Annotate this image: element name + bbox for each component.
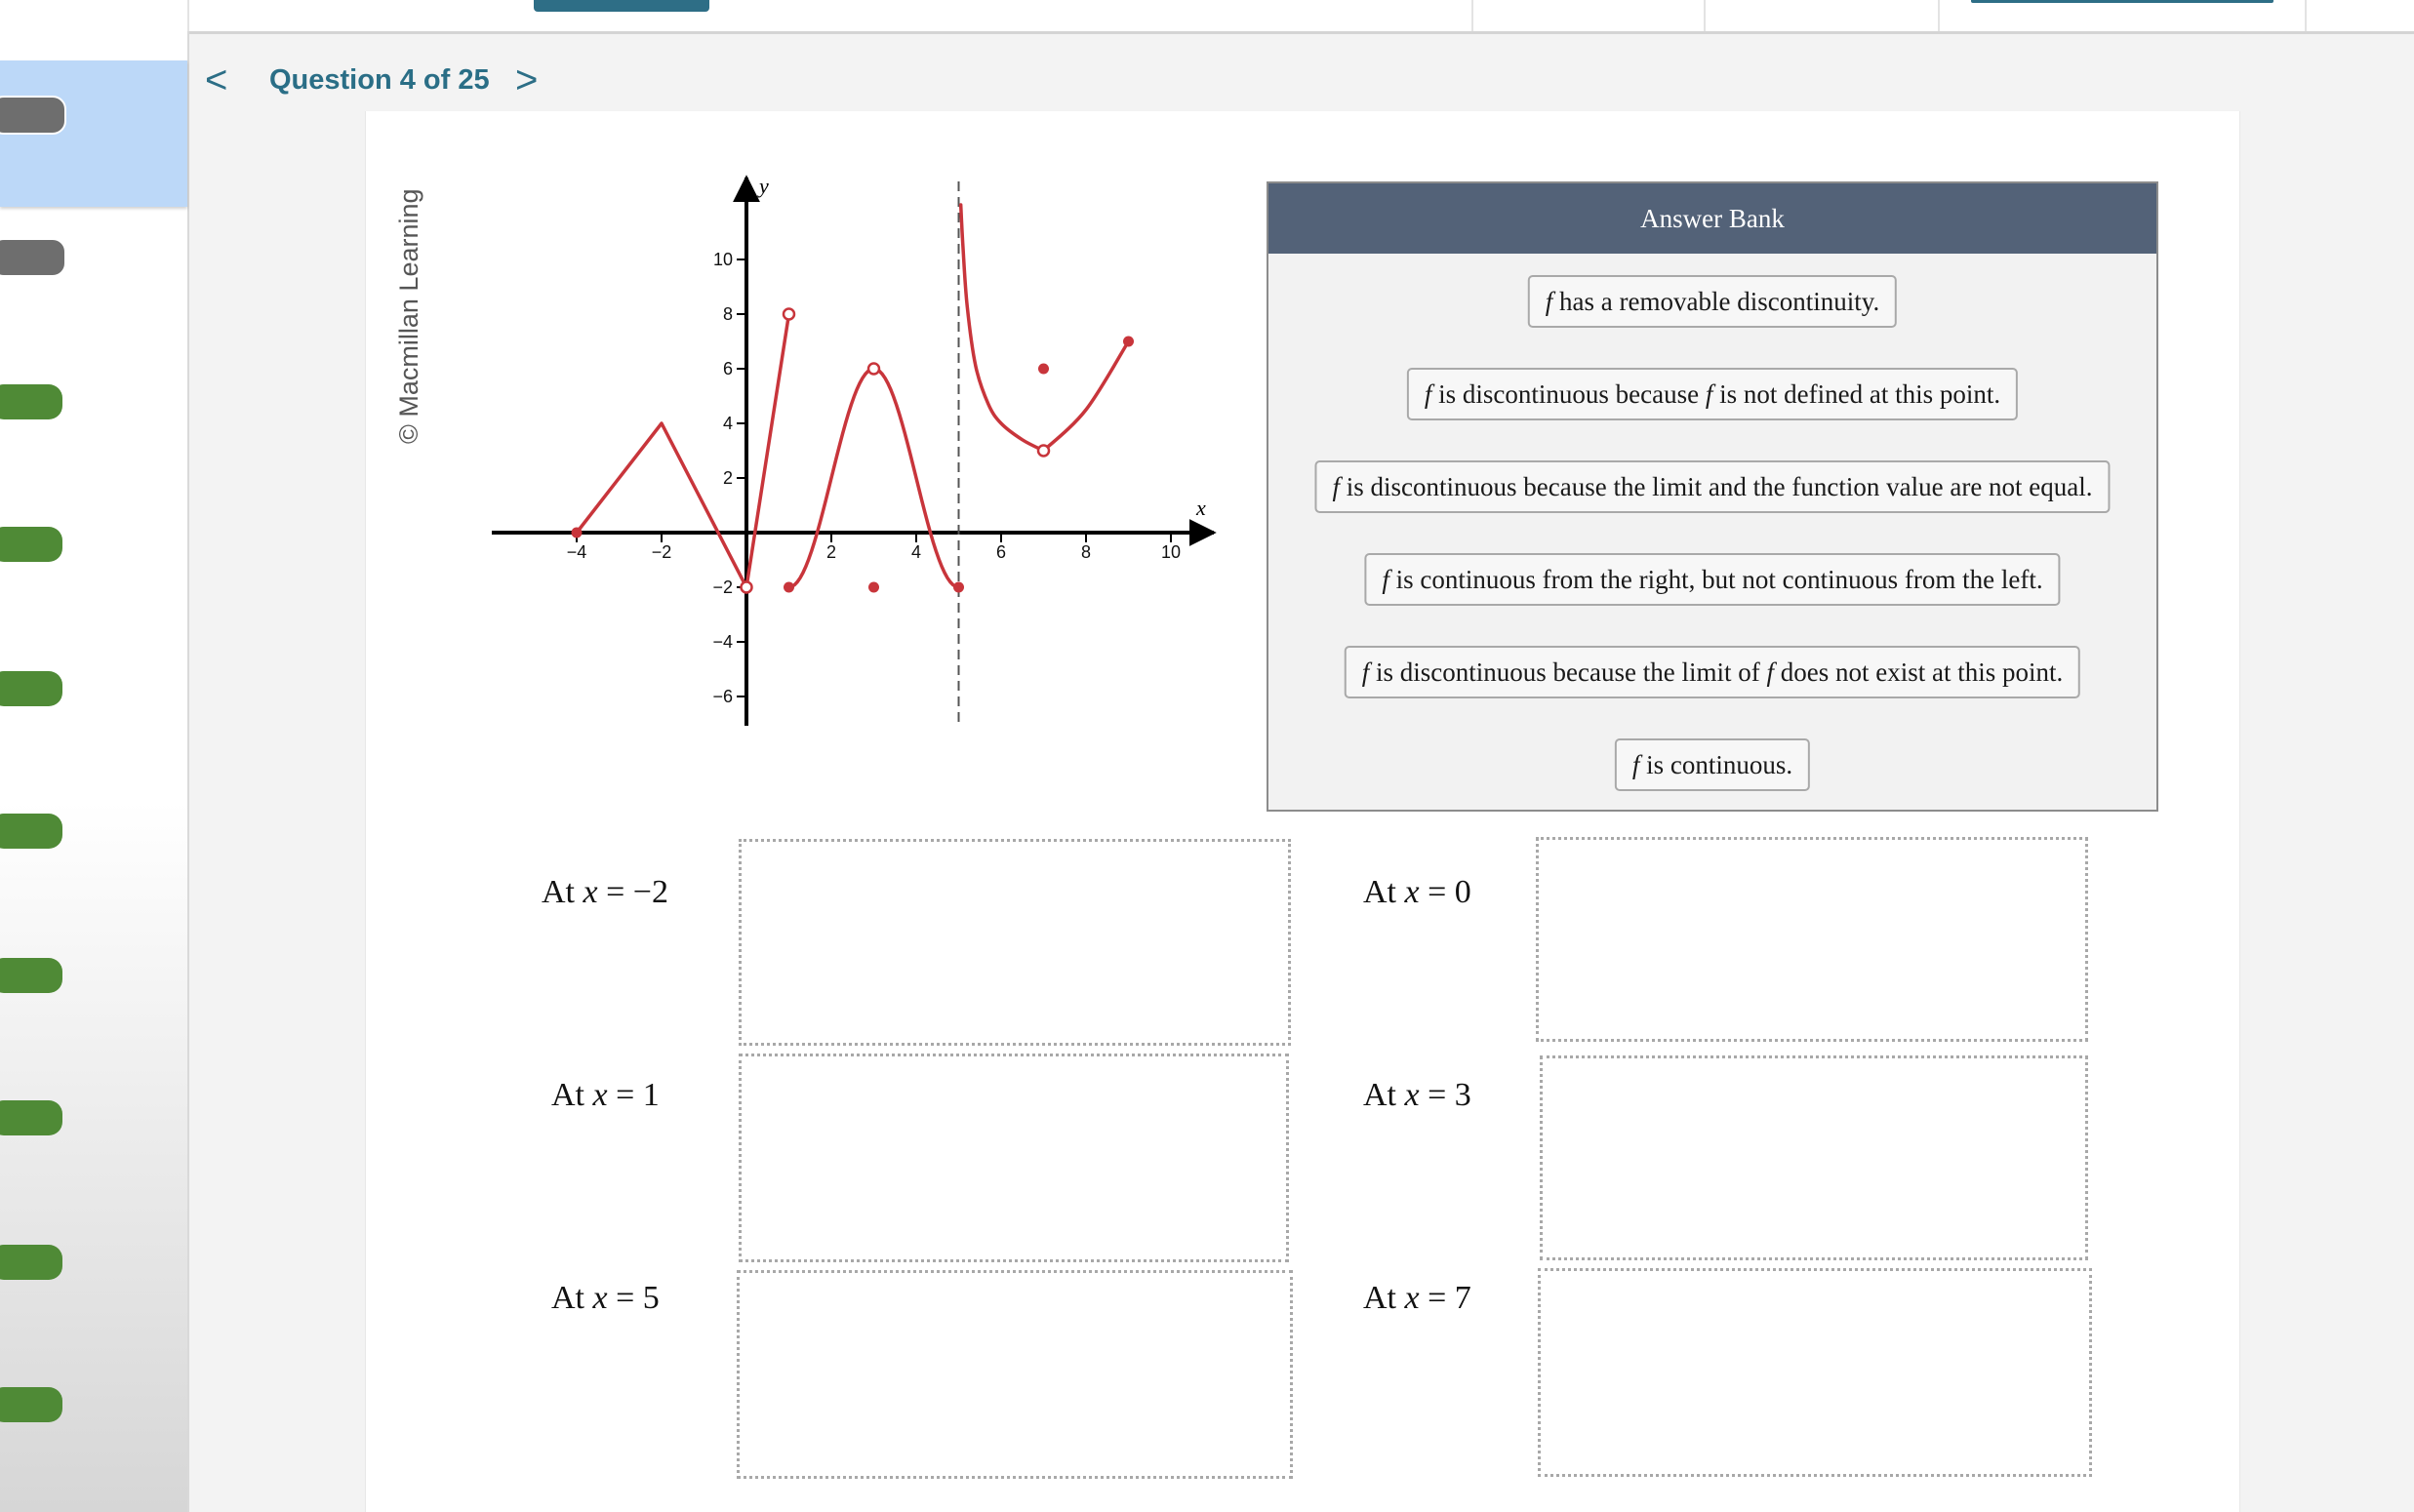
x-axis-label: x <box>1195 496 1206 520</box>
curve-segment <box>958 203 1046 453</box>
question-status-pill[interactable] <box>0 958 62 993</box>
answer-text: is continuous. <box>1639 750 1793 779</box>
target-label: At x = 5 <box>551 1280 660 1316</box>
x-tick-label: −4 <box>567 542 587 562</box>
x-tick-label: 4 <box>911 542 921 562</box>
question-status-pill[interactable] <box>0 671 62 706</box>
answer-chip[interactable]: f is continuous. <box>1614 738 1811 791</box>
closed-point <box>784 581 794 593</box>
curve-segment <box>786 367 961 589</box>
target-label: At x = 0 <box>1363 874 1471 910</box>
x-tick-label: 2 <box>826 542 836 562</box>
drop-target-x-1[interactable] <box>739 1054 1289 1262</box>
y-tick-label: 6 <box>723 359 733 378</box>
drop-target-x-7[interactable] <box>1538 1268 2092 1477</box>
question-status-pill[interactable] <box>0 527 62 562</box>
question-status-pill[interactable] <box>0 1387 62 1422</box>
x-tick-label: 8 <box>1081 542 1091 562</box>
closed-point <box>1038 363 1049 375</box>
answer-chip[interactable]: f has a removable discontinuity. <box>1527 275 1898 328</box>
answer-bank: Answer Bank f has a removable discontinu… <box>1267 181 2158 812</box>
answer-text: is not defined at this point. <box>1712 379 2001 409</box>
f-symbol: f <box>1424 379 1432 409</box>
y-tick-label: 8 <box>723 304 733 324</box>
question-status-pill[interactable] <box>0 238 66 277</box>
answer-chip[interactable]: f is discontinuous because f is not defi… <box>1406 368 2019 420</box>
answer-chip[interactable]: f is discontinuous because the limit and… <box>1314 460 2111 513</box>
y-tick-label: 4 <box>723 414 733 433</box>
x-tick-label: 6 <box>996 542 1006 562</box>
drop-target-x-neg2[interactable] <box>739 839 1291 1046</box>
next-question-button[interactable]: > <box>515 59 538 101</box>
active-tab-indicator <box>1971 0 2273 3</box>
curve-segment <box>1041 339 1131 453</box>
f-symbol: f <box>1545 287 1553 316</box>
target-label: At x = 1 <box>551 1077 660 1113</box>
drop-target-x-3[interactable] <box>1540 1055 2088 1260</box>
top-bar <box>0 0 2414 34</box>
f-symbol: f <box>1631 750 1640 779</box>
question-counter: Question 4 of 25 <box>269 64 490 96</box>
y-tick-label: 10 <box>713 250 733 269</box>
answer-text: does not exist at this point. <box>1773 657 2064 687</box>
function-graph: −4 −2 2 4 6 8 10 −6 −4 −2 2 4 6 8 10 x y <box>492 174 1217 726</box>
x-tick-label: 10 <box>1161 542 1181 562</box>
target-label: At x = 7 <box>1363 1280 1471 1316</box>
y-tick-label: −6 <box>712 687 733 706</box>
target-label: At x = −2 <box>542 874 668 910</box>
toolbar-divider <box>187 0 189 31</box>
x-tick-label: −2 <box>652 542 672 562</box>
f-symbol: f <box>1361 657 1370 687</box>
toolbar-divider <box>2305 0 2307 31</box>
open-point <box>1036 444 1051 458</box>
previous-question-button[interactable]: < <box>205 59 227 101</box>
axis-ticks: −4 −2 2 4 6 8 10 −6 −4 −2 2 4 6 8 10 <box>567 250 1181 706</box>
answer-bank-title: Answer Bank <box>1268 183 2156 254</box>
target-label: At x = 3 <box>1363 1077 1471 1113</box>
curve-segment <box>744 312 791 589</box>
open-point <box>866 362 881 376</box>
closed-point <box>953 581 964 593</box>
question-status-pill[interactable] <box>0 1245 62 1280</box>
question-sidebar <box>0 31 189 1512</box>
closed-point <box>571 527 583 538</box>
f-symbol: f <box>1705 379 1713 409</box>
answer-chip[interactable]: f is discontinuous because the limit of … <box>1344 646 2081 698</box>
question-status-pill[interactable] <box>0 814 62 849</box>
question-status-pill[interactable] <box>0 384 62 419</box>
open-point <box>782 307 796 321</box>
answer-text: has a removable discontinuity. <box>1552 287 1880 316</box>
drop-target-x-0[interactable] <box>1536 837 2088 1042</box>
y-axis-label: y <box>757 174 769 198</box>
answer-text: is discontinuous because the limit and t… <box>1339 472 2093 501</box>
function-curves <box>575 203 1131 589</box>
y-tick-label: −2 <box>712 577 733 597</box>
answer-text: is discontinuous because <box>1431 379 1706 409</box>
drop-target-x-5[interactable] <box>737 1270 1293 1479</box>
copyright-credit: © Macmillan Learning <box>363 171 441 454</box>
toolbar-divider <box>1704 0 1706 31</box>
f-symbol: f <box>1332 472 1340 501</box>
f-symbol: f <box>1382 565 1389 594</box>
toolbar-divider <box>1938 0 1940 31</box>
open-point <box>740 580 753 594</box>
answer-chip[interactable]: f is continuous from the right, but not … <box>1364 553 2061 606</box>
y-tick-label: 2 <box>723 468 733 488</box>
answer-text: is continuous from the right, but not co… <box>1388 565 2043 594</box>
toolbar-button[interactable] <box>534 0 709 12</box>
closed-point <box>868 581 879 593</box>
curve-segment <box>575 421 748 589</box>
copyright-text: © Macmillan Learning <box>394 188 423 444</box>
closed-point <box>1123 336 1134 347</box>
question-status-pill[interactable] <box>0 96 66 135</box>
toolbar-divider <box>1471 0 1473 31</box>
question-status-pill[interactable] <box>0 1100 62 1135</box>
answer-text: is discontinuous because the limit of <box>1369 657 1767 687</box>
y-tick-label: −4 <box>712 632 733 652</box>
